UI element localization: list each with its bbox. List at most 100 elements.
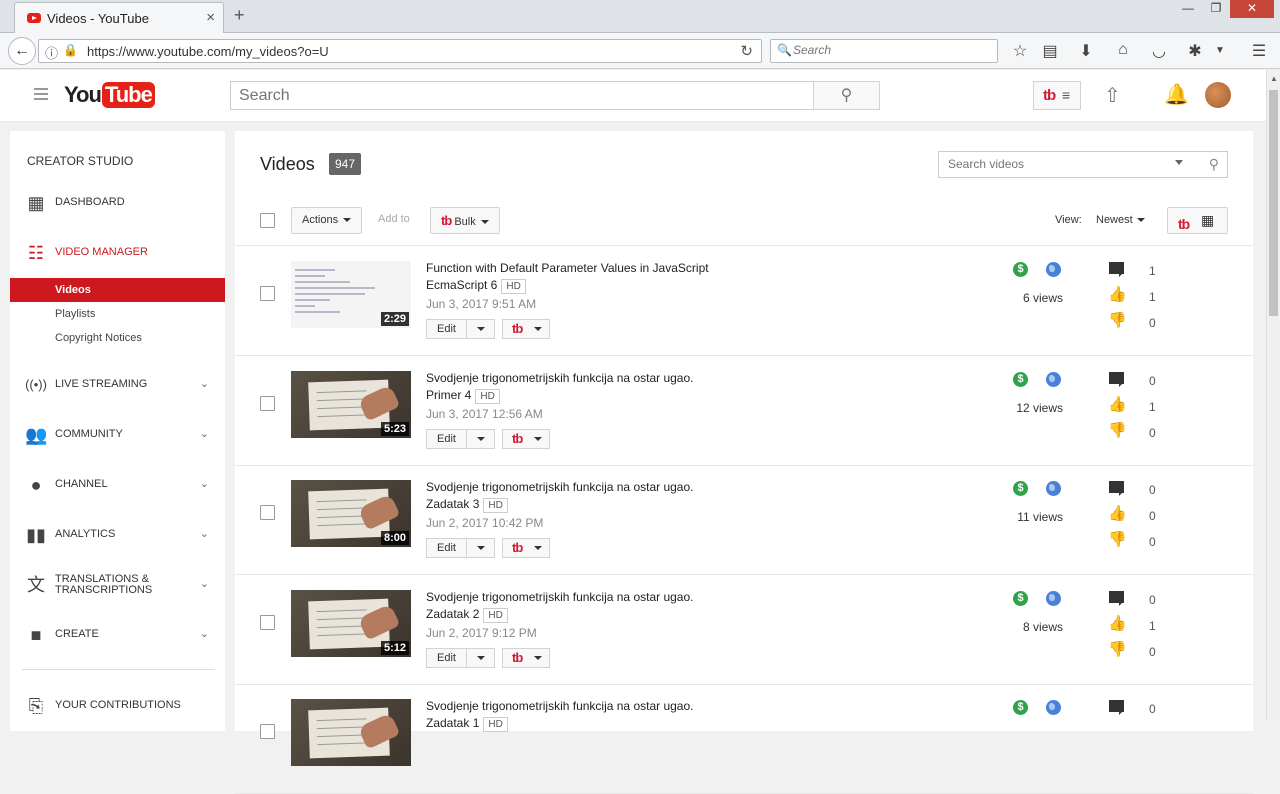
upload-icon[interactable]: ⇧ — [1104, 83, 1121, 108]
window-close-button[interactable]: ✕ — [1230, 0, 1274, 18]
chevron-down-icon[interactable]: ⌄ — [200, 377, 209, 390]
tubebuddy-video-menu-button[interactable]: tb — [502, 648, 550, 668]
video-row[interactable]: 8:00 Svodjenje trigonometrijskih funkcij… — [235, 465, 1253, 575]
sidebar-subitem-videos[interactable]: Videos — [10, 278, 225, 302]
youtube-search-input[interactable] — [231, 82, 813, 109]
extension-dropdown-icon[interactable]: ▼ — [1210, 45, 1230, 56]
public-globe-icon[interactable] — [1046, 262, 1061, 277]
tubebuddy-video-menu-button[interactable]: tb — [502, 319, 550, 339]
menu-icon[interactable]: ☰ — [1249, 41, 1269, 61]
public-globe-icon[interactable] — [1046, 700, 1061, 715]
select-all-checkbox[interactable] — [260, 213, 275, 228]
sort-dropdown[interactable]: Newest — [1096, 214, 1145, 226]
sidebar-item-live-streaming[interactable]: ((•)) LIVE STREAMING ⌄ — [10, 370, 225, 400]
monetization-icon[interactable]: $ — [1013, 262, 1028, 277]
video-select-checkbox[interactable] — [260, 615, 275, 630]
add-to-button[interactable]: Add to — [368, 207, 420, 234]
tubebuddy-menu-button[interactable]: tb ≡ — [1033, 81, 1081, 110]
video-title-text[interactable]: Function with Default Parameter Values i… — [426, 261, 709, 292]
sidebar-item-community[interactable]: 👥 COMMUNITY ⌄ — [10, 420, 225, 450]
tubebuddy-video-menu-button[interactable]: tb — [502, 429, 550, 449]
bulk-button[interactable]: tb Bulk — [430, 207, 500, 234]
chevron-down-icon[interactable]: ⌄ — [200, 477, 209, 490]
notifications-bell-icon[interactable]: 🔔 — [1164, 82, 1189, 107]
search-engine-icon[interactable]: 🔍 — [777, 43, 792, 57]
browser-tab[interactable]: Videos - YouTube × — [14, 2, 224, 33]
youtube-logo[interactable]: You Tube — [64, 82, 155, 108]
guide-menu-icon[interactable] — [34, 88, 48, 100]
sidebar-item-create[interactable]: ■ CREATE ⌄ — [10, 620, 225, 650]
sidebar-item-channel[interactable]: ● CHANNEL ⌄ — [10, 470, 225, 500]
video-title[interactable]: Svodjenje trigonometrijskih funkcija na … — [426, 589, 726, 623]
youtube-search-box[interactable] — [230, 81, 814, 110]
tubebuddy-video-menu-button[interactable]: tb — [502, 538, 550, 558]
reload-icon[interactable]: ↻ — [740, 42, 753, 60]
pocket-icon[interactable]: ◡ — [1149, 41, 1169, 61]
edit-button[interactable]: Edit — [426, 538, 495, 558]
video-select-checkbox[interactable] — [260, 286, 275, 301]
chevron-down-icon[interactable]: ⌄ — [200, 427, 209, 440]
new-tab-icon[interactable]: + — [234, 5, 245, 26]
chevron-down-icon[interactable] — [477, 656, 485, 660]
video-thumbnail[interactable]: 5:12 — [291, 590, 411, 657]
tubebuddy-schedule-button[interactable]: tb ▦ — [1167, 207, 1228, 234]
scrollbar-thumb[interactable] — [1269, 90, 1278, 316]
video-title-text[interactable]: Svodjenje trigonometrijskih funkcija na … — [426, 480, 693, 511]
back-button[interactable]: ← — [8, 37, 36, 65]
chevron-down-icon[interactable] — [477, 437, 485, 441]
youtube-search-button[interactable]: ⚲ — [813, 81, 880, 110]
video-title-text[interactable]: Svodjenje trigonometrijskih funkcija na … — [426, 371, 693, 402]
video-thumbnail[interactable]: 5:23 — [291, 371, 411, 438]
monetization-icon[interactable]: $ — [1013, 481, 1028, 496]
tab-close-icon[interactable]: × — [206, 9, 215, 26]
video-title[interactable]: Svodjenje trigonometrijskih funkcija na … — [426, 479, 726, 513]
video-thumbnail[interactable]: 8:00 — [291, 480, 411, 547]
bookmark-star-icon[interactable]: ☆ — [1010, 41, 1030, 61]
video-row[interactable]: 5:23 Svodjenje trigonometrijskih funkcij… — [235, 356, 1253, 466]
search-videos-input[interactable] — [948, 157, 1168, 171]
video-row[interactable]: 5:12 Svodjenje trigonometrijskih funkcij… — [235, 575, 1253, 685]
monetization-icon[interactable]: $ — [1013, 591, 1028, 606]
public-globe-icon[interactable] — [1046, 591, 1061, 606]
chevron-down-icon[interactable]: ⌄ — [200, 577, 209, 590]
video-thumbnail[interactable]: 2:29 — [291, 261, 411, 328]
chevron-down-icon[interactable] — [477, 546, 485, 550]
sidebar-subitem-copyright-notices[interactable]: Copyright Notices — [10, 326, 225, 350]
public-globe-icon[interactable] — [1046, 481, 1061, 496]
actions-button[interactable]: Actions — [291, 207, 363, 234]
video-title[interactable]: Function with Default Parameter Values i… — [426, 260, 726, 294]
video-select-checkbox[interactable] — [260, 505, 275, 520]
reading-list-icon[interactable]: ▤ — [1040, 41, 1060, 61]
video-row[interactable]: Svodjenje trigonometrijskih funkcija na … — [235, 684, 1253, 794]
browser-search-input[interactable] — [793, 43, 983, 57]
search-videos-box[interactable]: ⚲ — [938, 151, 1228, 178]
sidebar-item-video-manager[interactable]: ☷ VIDEO MANAGER — [10, 238, 225, 268]
chevron-down-icon[interactable] — [477, 327, 485, 331]
video-thumbnail[interactable] — [291, 699, 411, 766]
monetization-icon[interactable]: $ — [1013, 372, 1028, 387]
window-minimize-button[interactable]: — — [1174, 0, 1202, 18]
page-scrollbar[interactable]: ▲ — [1266, 70, 1280, 720]
chevron-down-icon[interactable]: ⌄ — [200, 627, 209, 640]
chevron-down-icon[interactable] — [1175, 160, 1183, 165]
edit-button[interactable]: Edit — [426, 319, 495, 339]
edit-button[interactable]: Edit — [426, 648, 495, 668]
home-icon[interactable]: ⌂ — [1113, 41, 1133, 59]
video-title-text[interactable]: Svodjenje trigonometrijskih funkcija na … — [426, 699, 693, 730]
video-title[interactable]: Svodjenje trigonometrijskih funkcija na … — [426, 370, 726, 404]
sidebar-item-your-contributions[interactable]: ⎘ YOUR CONTRIBUTIONS — [10, 691, 225, 721]
scroll-up-icon[interactable]: ▲ — [1270, 74, 1278, 83]
edit-button[interactable]: Edit — [426, 429, 495, 449]
sidebar-item-dashboard[interactable]: ▦ DASHBOARD — [10, 188, 225, 218]
window-maximize-button[interactable]: ❐ — [1202, 0, 1230, 18]
url-text[interactable]: https://www.youtube.com/my_videos?o=U — [87, 44, 329, 59]
extension-icon[interactable]: ✱ — [1185, 41, 1205, 61]
public-globe-icon[interactable] — [1046, 372, 1061, 387]
monetization-icon[interactable]: $ — [1013, 700, 1028, 715]
sidebar-item-analytics[interactable]: ▮▮ ANALYTICS ⌄ — [10, 520, 225, 550]
sidebar-item-translations[interactable]: 文 TRANSLATIONS & TRANSCRIPTIONS ⌄ — [10, 570, 225, 610]
browser-search-bar[interactable]: 🔍 — [770, 39, 998, 63]
search-icon[interactable]: ⚲ — [1209, 156, 1219, 173]
info-icon[interactable]: ⓘ — [45, 43, 58, 62]
sidebar-subitem-playlists[interactable]: Playlists — [10, 302, 225, 326]
